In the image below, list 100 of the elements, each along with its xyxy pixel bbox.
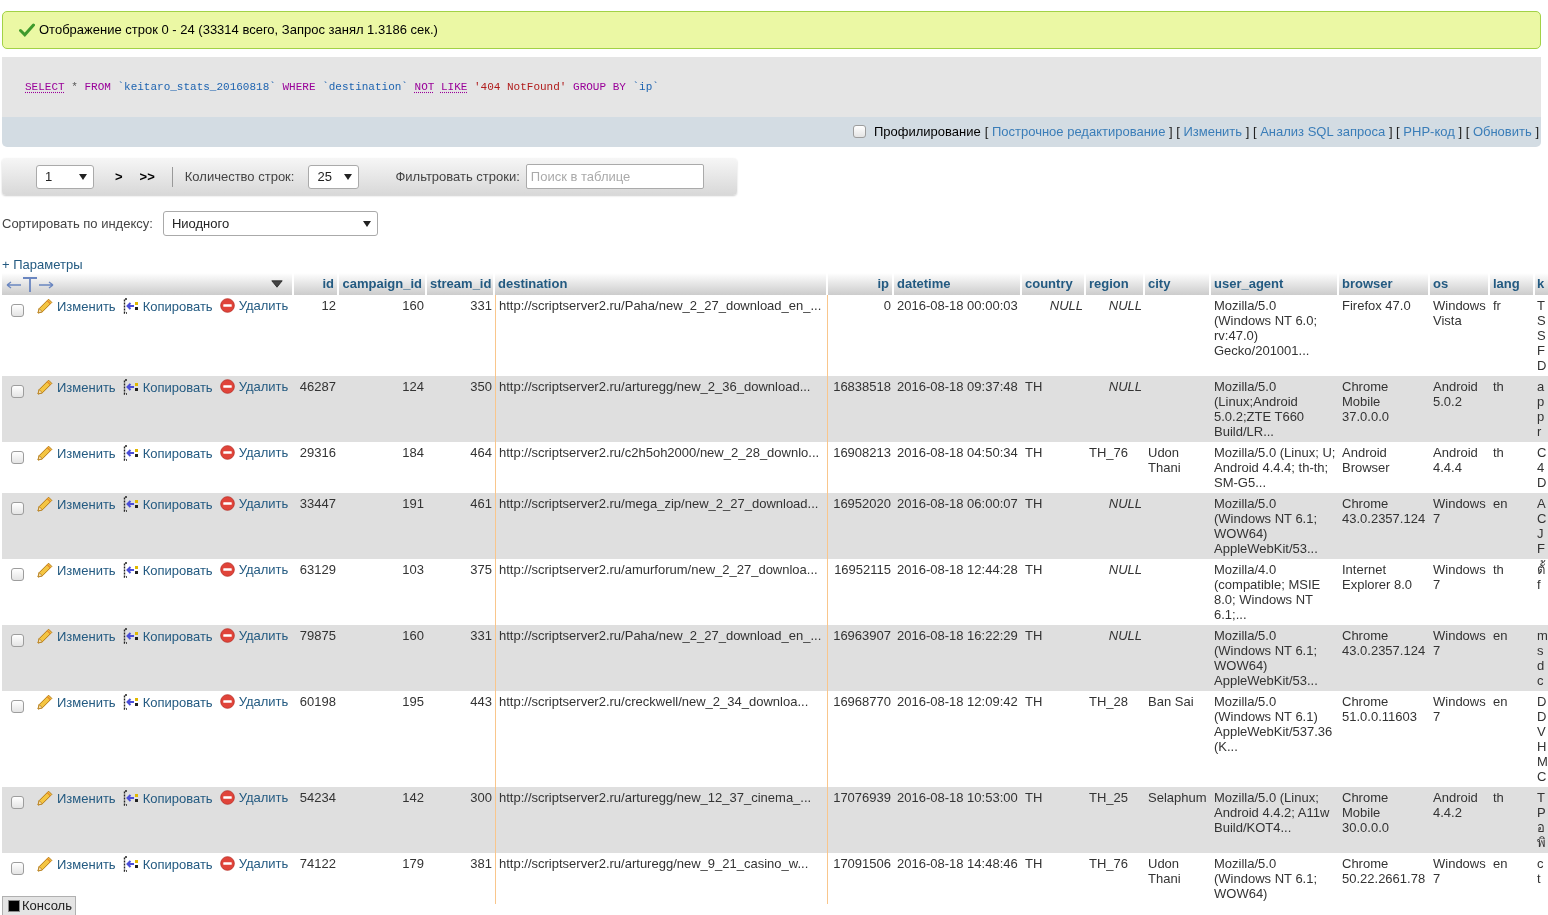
column-header[interactable]: stream_id (427, 273, 495, 295)
table-cell: 191 (339, 493, 427, 559)
column-header[interactable]: datetime (894, 273, 1022, 295)
keyword-link[interactable]: LIKE (441, 80, 468, 93)
copy-link[interactable]: Копировать (122, 496, 213, 512)
toolbar-link[interactable]: Изменить (1183, 124, 1243, 140)
toolbar-link[interactable]: Обновить (1472, 124, 1532, 140)
row-checkbox[interactable] (11, 502, 24, 515)
arrow-bracket-icon (122, 379, 139, 395)
table-cell: Android 5.0.2 (1430, 376, 1490, 442)
edit-link[interactable]: Изменить (37, 790, 116, 806)
triangle-down-icon[interactable] (271, 280, 283, 288)
table-cell: Mozilla/5.0 (Windows NT 6.1; WOW64) AppleWebKit/53... (1211, 493, 1339, 559)
edit-link[interactable]: Изменить (37, 562, 116, 578)
toolbar-link[interactable]: Построчное редактирование (991, 124, 1166, 140)
console-button[interactable]: Консоль (2, 896, 76, 915)
column-header[interactable]: country (1022, 273, 1086, 295)
table-cell-text: Mozilla/5.0 (Windows NT 6.1) AppleWebKit/537.36 (K... (1213, 693, 1334, 756)
copy-link[interactable]: Копировать (122, 628, 213, 644)
delete-link[interactable]: Удалить (219, 628, 289, 643)
caret-icon (344, 173, 353, 180)
delete-link[interactable]: Удалить (219, 496, 289, 511)
edit-link[interactable]: Изменить (37, 856, 116, 872)
column-header[interactable]: destination (495, 273, 828, 295)
minus-circle-icon (219, 856, 235, 871)
column-header[interactable]: os (1430, 273, 1490, 295)
table-cell-text: Mozilla/5.0 (Windows NT 6.1; WOW64) (1213, 855, 1319, 903)
copy-link[interactable]: Копировать (122, 790, 213, 806)
row-checkbox[interactable] (11, 796, 24, 809)
delete-link[interactable]: Удалить (219, 562, 289, 577)
table-cell-text: 29316 (298, 444, 337, 462)
next-page-button[interactable]: > (115, 166, 123, 187)
table-cell: Mozilla/5.0 (Linux; Android 4.4.2; A11w Build/KOT4... (1211, 787, 1339, 853)
delete-link[interactable]: Удалить (219, 856, 289, 871)
edit-link[interactable]: Изменить (37, 628, 116, 644)
toolbar-link[interactable]: Анализ SQL запроса (1260, 124, 1386, 140)
table-cell-text: Chrome 51.0.0.11603 (1341, 693, 1418, 726)
row-checkbox[interactable] (11, 385, 24, 398)
arrow-bracket-icon (122, 694, 139, 710)
copy-link[interactable]: Копировать (122, 445, 213, 461)
column-header[interactable]: lang (1490, 273, 1535, 295)
copy-link[interactable]: Копировать (122, 694, 213, 710)
row-checkbox[interactable] (11, 568, 24, 581)
column-header[interactable]: ip (828, 273, 894, 295)
delete-link[interactable]: Удалить (219, 445, 289, 460)
table-cell-text: Ban Sai (1147, 693, 1195, 711)
column-header[interactable]: user_agent (1211, 273, 1339, 295)
table-cell: NULL (1086, 625, 1145, 691)
page-select[interactable]: 1 (36, 164, 94, 189)
row-checkbox[interactable] (11, 634, 24, 647)
delete-link[interactable]: Удалить (219, 694, 289, 709)
edit-link[interactable]: Изменить (37, 445, 116, 461)
column-header[interactable]: campaign_id (339, 273, 427, 295)
edit-link[interactable]: Изменить (37, 496, 116, 512)
row-checkbox[interactable] (11, 304, 24, 317)
row-checkbox[interactable] (11, 700, 24, 713)
table-cell-text: c t (1536, 855, 1545, 888)
minus-circle-icon (219, 496, 235, 511)
filter-field[interactable]: Поиск в таблице (525, 164, 704, 189)
copy-link[interactable]: Копировать (122, 379, 213, 395)
table-cell: Windows 7 (1430, 493, 1490, 559)
copy-link[interactable]: Копировать (122, 856, 213, 872)
table-cell: TH_25 (1086, 787, 1145, 853)
pencil-icon (37, 379, 53, 395)
pencil-icon (37, 694, 53, 710)
table-cell-text: Windows Vista (1432, 297, 1487, 330)
column-header[interactable]: id (294, 273, 339, 295)
table-cell: Chrome Mobile 30.0.0.0 (1339, 787, 1430, 853)
arrow-bracket-icon (122, 628, 139, 644)
row-checkbox[interactable] (11, 451, 24, 464)
delete-link[interactable]: Удалить (219, 790, 289, 805)
table-cell-text: TH (1024, 693, 1044, 711)
delete-link[interactable]: Удалить (219, 298, 289, 313)
arrow-bracket-icon (122, 856, 139, 872)
column-header[interactable]: k (1535, 273, 1548, 295)
edit-link[interactable]: Изменить (37, 298, 116, 314)
rows-select[interactable]: 25 (308, 164, 360, 189)
table-cell: Android 4.4.2 (1430, 787, 1490, 853)
copy-link[interactable]: Копировать (122, 298, 213, 314)
text-arrows-icon[interactable] (6, 276, 54, 292)
profiling-checkbox[interactable] (853, 124, 866, 138)
options-link[interactable]: + Параметры (2, 257, 83, 272)
table-cell-text: TH (1024, 855, 1044, 873)
table-cell: TH (1022, 376, 1086, 442)
column-header[interactable]: region (1086, 273, 1145, 295)
delete-link[interactable]: Удалить (219, 379, 289, 394)
edit-link[interactable]: Изменить (37, 694, 116, 710)
table-cell: en (1490, 625, 1535, 691)
row-checkbox[interactable] (11, 862, 24, 875)
column-header[interactable]: browser (1339, 273, 1430, 295)
last-page-button[interactable]: >> (139, 166, 155, 187)
keyword-link[interactable]: NOT (414, 80, 435, 93)
arrow-bracket-icon (122, 298, 139, 314)
toolbar-link[interactable]: PHP-код (1403, 124, 1455, 140)
edit-link[interactable]: Изменить (37, 379, 116, 395)
column-header[interactable]: city (1145, 273, 1211, 295)
copy-link[interactable]: Копировать (122, 562, 213, 578)
keyword-link[interactable]: SELECT (25, 80, 65, 93)
table-cell-text: Udon Thani (1147, 855, 1182, 888)
sort-select[interactable]: Ниодного (162, 211, 378, 236)
